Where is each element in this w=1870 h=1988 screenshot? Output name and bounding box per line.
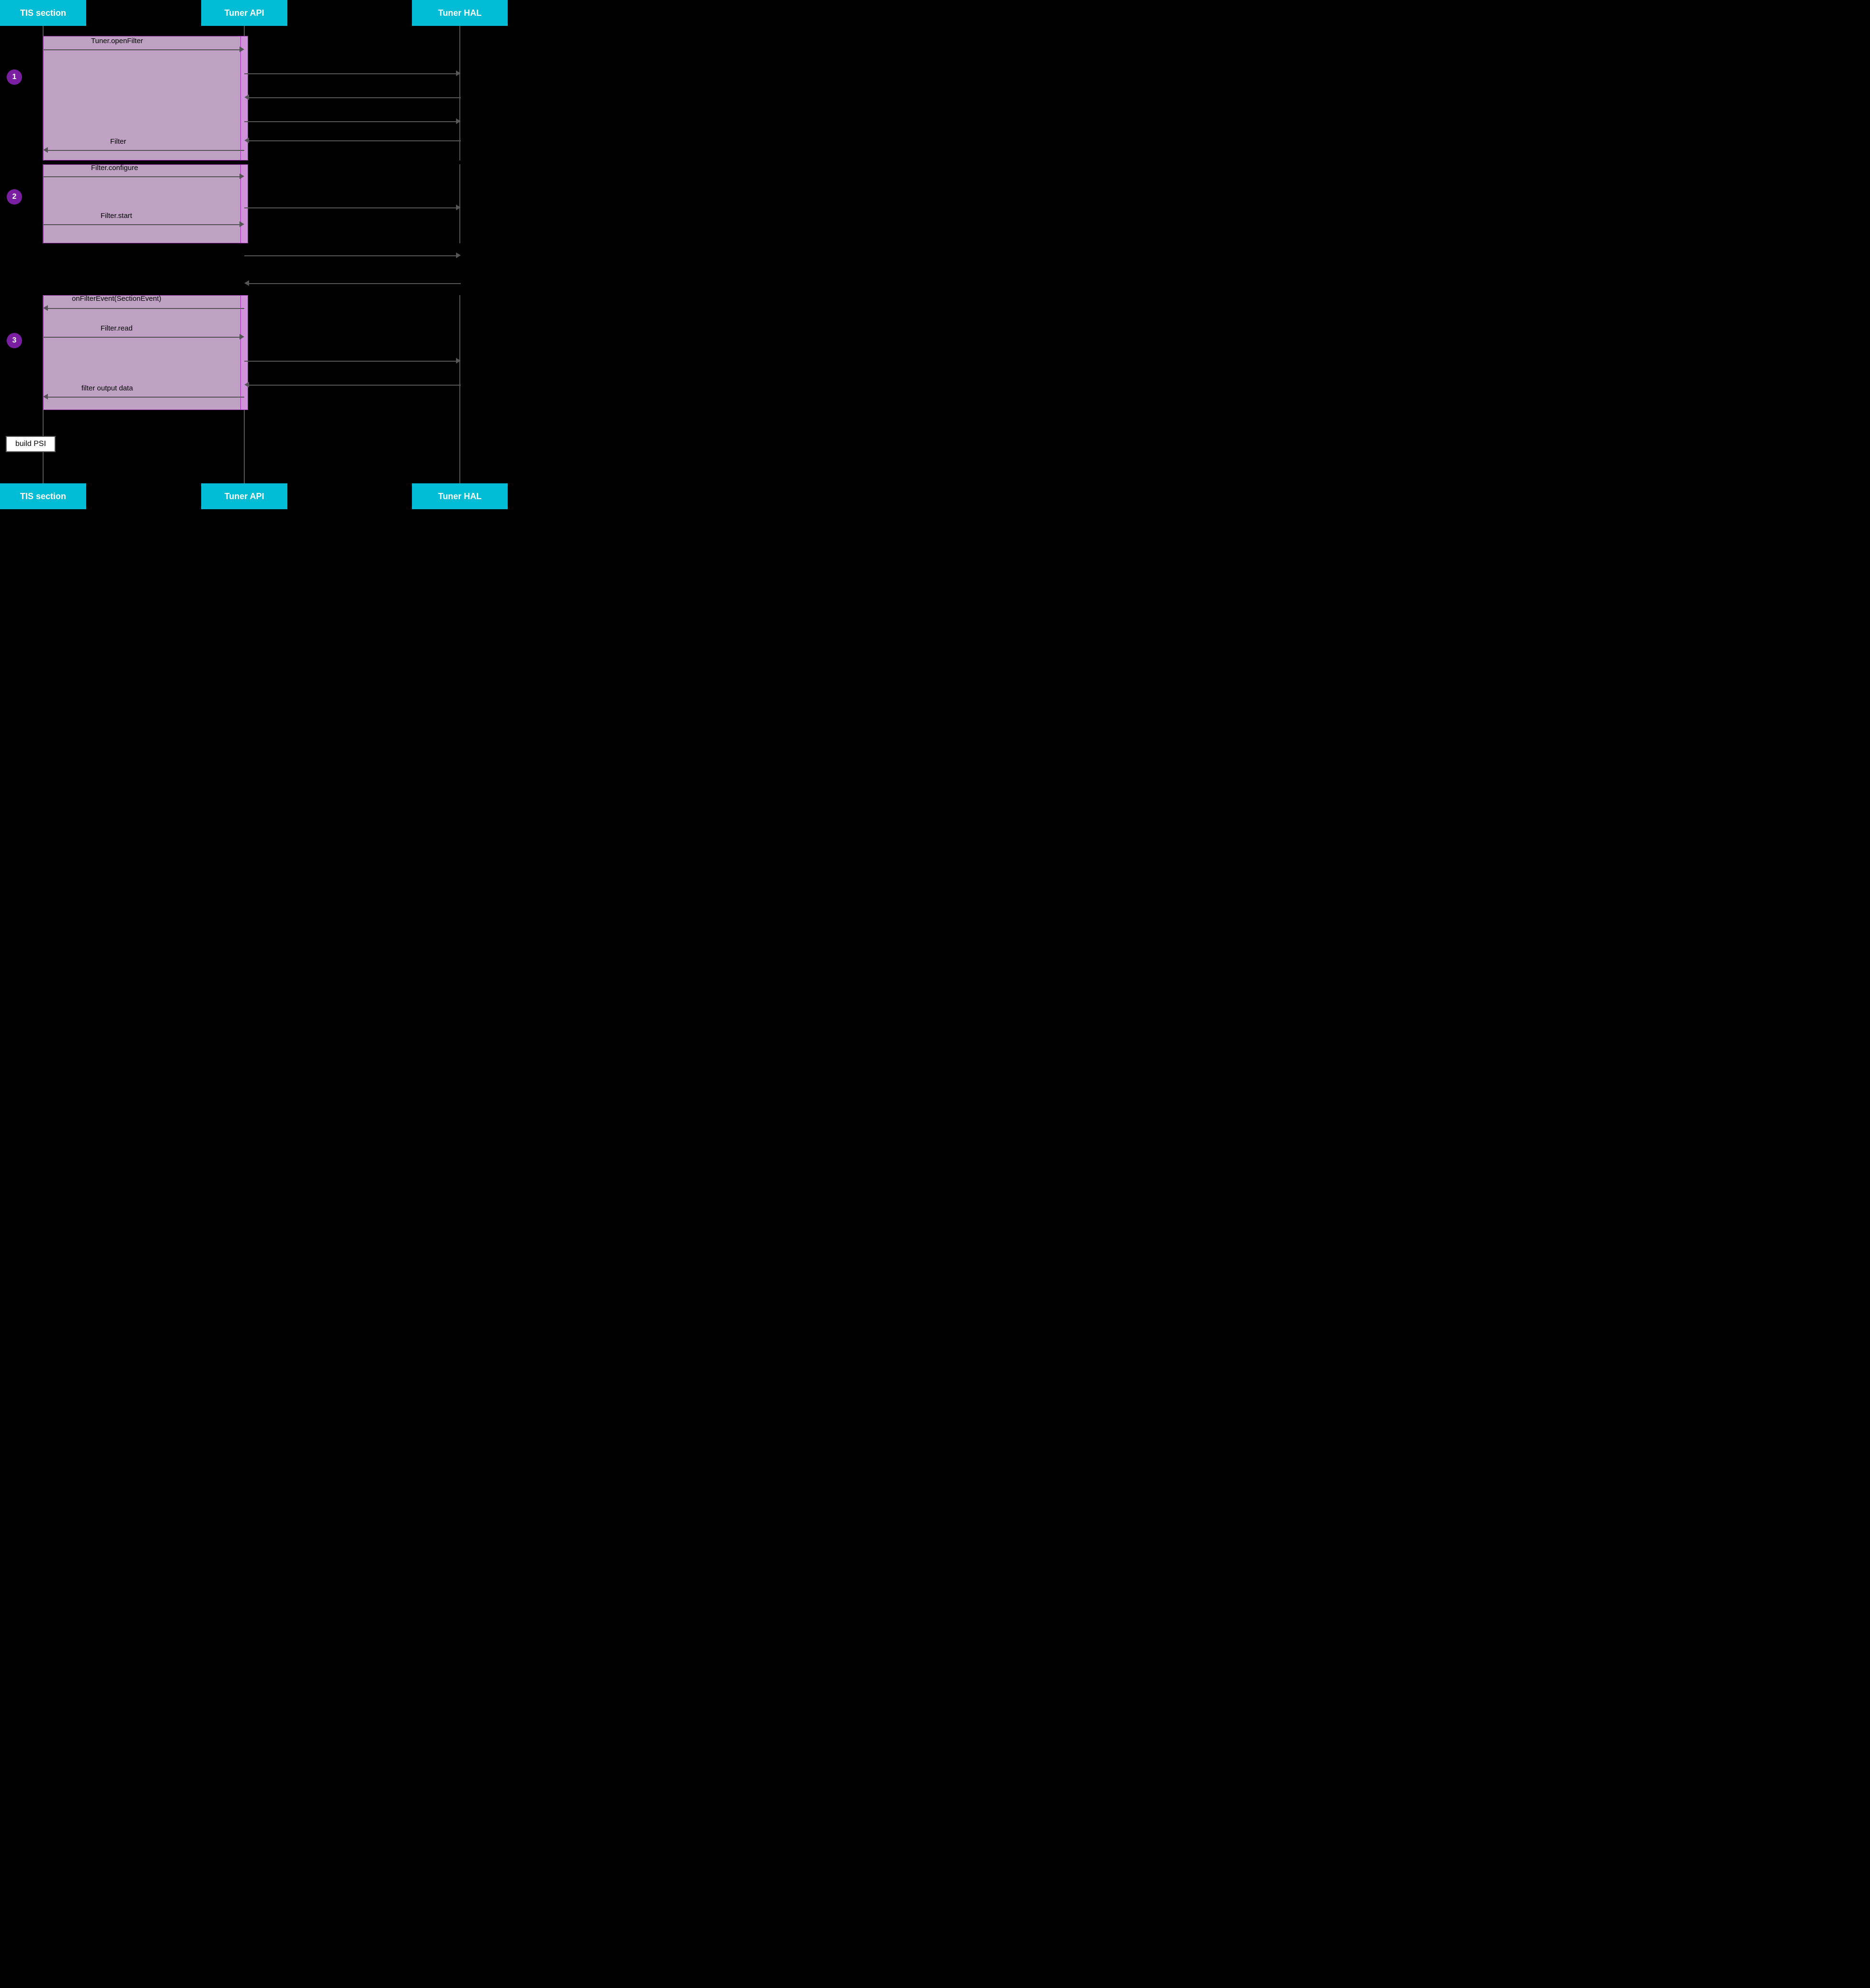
step1-circle: 1 [7,69,22,85]
header-hal-label: Tuner HAL [438,8,482,18]
section3-api-box [240,295,248,410]
footer-tis-label: TIS section [20,491,66,502]
footer-hal-label: Tuner HAL [438,491,482,502]
black-gap [0,247,509,295]
section3-tis-box [43,295,244,410]
footer-api: Tuner API [201,483,287,509]
header-tis: TIS section [0,0,86,26]
section1-tis-box [43,36,244,160]
label-filter-read: Filter.read [101,324,133,332]
header-api: Tuner API [201,0,287,26]
label-filter-start: Filter.start [101,212,132,220]
build-psi-label: build PSI [15,440,46,448]
footer-api-label: Tuner API [224,491,264,502]
step3-circle: 3 [7,333,22,348]
header-api-label: Tuner API [224,8,264,18]
label-filter: Filter [110,137,126,146]
divider-2 [0,243,509,247]
header-hal: Tuner HAL [412,0,508,26]
footer-hal: Tuner HAL [412,483,508,509]
step2-circle: 2 [7,189,22,205]
label-on-filter-event: onFilterEvent(SectionEvent) [72,295,161,303]
label-filter-output: filter output data [81,384,133,392]
label-filter-configure: Filter.configure [91,164,138,172]
label-open-filter: Tuner.openFilter [91,37,143,45]
divider-1 [0,160,509,164]
sequence-diagram: TIS section Tuner API Tuner HAL TIS sect… [0,0,509,509]
footer-tis: TIS section [0,483,86,509]
header-tis-label: TIS section [20,8,66,18]
build-psi-box: build PSI [6,436,56,452]
